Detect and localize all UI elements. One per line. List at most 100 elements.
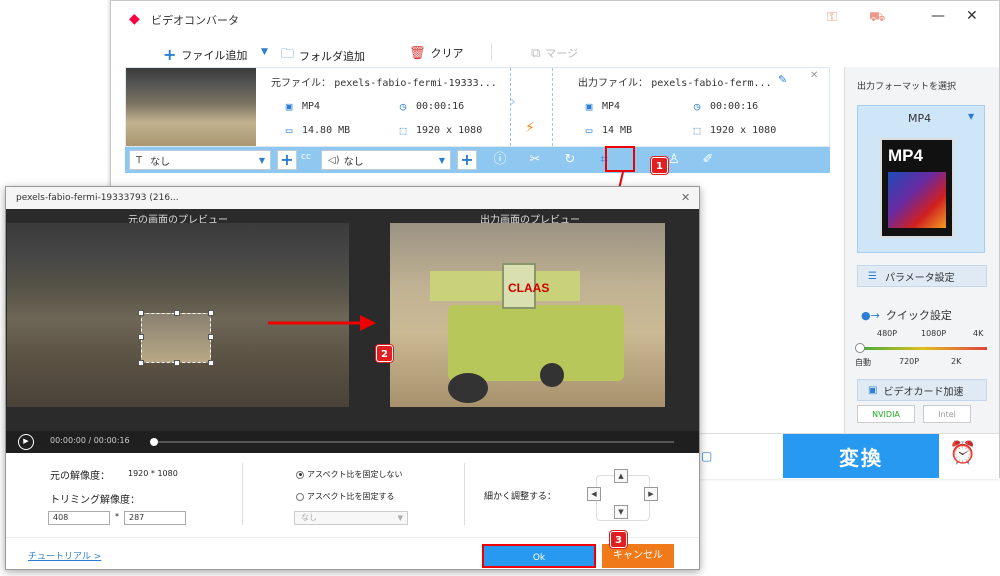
trim-resolution-label: トリミング解像度： bbox=[50, 495, 140, 506]
edit-filename-icon[interactable]: ✎ bbox=[778, 73, 787, 86]
crop-handle[interactable] bbox=[208, 360, 214, 366]
merge-button[interactable]: ⧉ マージ bbox=[531, 45, 578, 61]
crop-handle[interactable] bbox=[208, 334, 214, 340]
source-duration-value: 00:00:16 bbox=[416, 101, 465, 112]
gpu-acceleration-toggle[interactable]: ▣ ビデオカード加速 bbox=[857, 379, 987, 401]
crop-handle[interactable] bbox=[138, 334, 144, 340]
step-2-badge: 2 bbox=[376, 345, 393, 362]
output-duration: ◷ 00:00:16 bbox=[690, 100, 758, 113]
seek-track[interactable] bbox=[154, 441, 674, 443]
output-duration-value: 00:00:16 bbox=[710, 101, 759, 112]
remove-item-icon[interactable]: ✕ bbox=[810, 70, 818, 81]
scissors-icon[interactable]: ✂ bbox=[526, 151, 544, 169]
add-folder-button[interactable]: 🗀 フォルダ追加 bbox=[281, 45, 365, 67]
rotate-icon[interactable]: ↻ bbox=[561, 151, 579, 169]
plus-icon: + bbox=[163, 45, 177, 64]
key-icon[interactable]: ⚿ bbox=[827, 10, 837, 25]
alarm-clock-icon[interactable]: ⏰ bbox=[949, 441, 976, 466]
ok-button[interactable]: Ok bbox=[482, 544, 596, 568]
step-1-badge: 1 bbox=[651, 157, 668, 174]
aspect-fixed-radio[interactable]: アスペクト比を固定する bbox=[296, 491, 394, 502]
parameter-settings-button[interactable]: ☰ パラメータ設定 bbox=[857, 265, 987, 287]
aspect-free-radio[interactable]: アスペクト比を固定しない bbox=[296, 469, 402, 480]
source-resolution: ⬚ 1920 x 1080 bbox=[396, 124, 483, 137]
audio-dropdown[interactable]: ◁) なし ▼ bbox=[321, 150, 451, 170]
footer-divider bbox=[6, 537, 699, 538]
quality-slider[interactable] bbox=[859, 347, 987, 350]
preset-label-480p: 480P bbox=[877, 329, 898, 338]
crop-handle[interactable] bbox=[138, 360, 144, 366]
effect-icon[interactable]: ✐ bbox=[699, 151, 717, 169]
output-resolution: ⬚ 1920 x 1080 bbox=[690, 124, 777, 137]
chevron-down-icon: ▼ bbox=[258, 155, 265, 165]
nudge-right-button[interactable]: ▶ bbox=[644, 487, 658, 501]
dialog-close-icon[interactable]: ✕ bbox=[681, 191, 690, 204]
add-subtitle-button[interactable]: + bbox=[277, 150, 297, 170]
dialog-title: pexels-fabio-fermi-19333793 (216... bbox=[16, 193, 179, 203]
subtitle-dropdown[interactable]: T なし ▼ bbox=[129, 150, 271, 170]
time-readout: 00:00:00 / 00:00:16 bbox=[50, 436, 130, 445]
tutorial-link[interactable]: チュートリアル > bbox=[28, 549, 101, 562]
crop-dialog: pexels-fabio-fermi-19333793 (216... ✕ 元の… bbox=[5, 186, 700, 570]
close-icon[interactable]: ✕ bbox=[966, 8, 978, 24]
lightning-icon[interactable]: ⚡ bbox=[525, 120, 535, 136]
subtitle-value: なし bbox=[150, 156, 171, 168]
source-size: ▭ 14.80 MB bbox=[282, 124, 350, 137]
nudge-up-button[interactable]: ▲ bbox=[614, 469, 628, 483]
intel-label: Intel bbox=[938, 409, 956, 419]
mp4-icon-art bbox=[888, 172, 946, 228]
add-audio-button[interactable]: + bbox=[457, 150, 477, 170]
folder-size-icon: ▭ bbox=[585, 124, 593, 137]
intel-badge[interactable]: Intel bbox=[923, 405, 971, 423]
mp4-format-icon: MP4 bbox=[880, 138, 954, 238]
aspect-ratio-select[interactable]: なし ▼ bbox=[294, 511, 408, 525]
minimize-icon[interactable]: — bbox=[931, 8, 945, 24]
harvester-image bbox=[448, 305, 624, 381]
arrow-right-icon: › bbox=[510, 94, 516, 110]
harvester-wheel bbox=[448, 373, 488, 403]
crop-selection-box[interactable] bbox=[138, 310, 214, 366]
crop-handle[interactable] bbox=[138, 310, 144, 316]
info-icon[interactable]: ⓘ bbox=[491, 151, 509, 169]
convert-label: 変換 bbox=[839, 445, 883, 470]
chevron-down-icon: ▼ bbox=[438, 155, 445, 165]
trim-separator: * bbox=[115, 512, 119, 521]
crop-handle[interactable] bbox=[208, 310, 214, 316]
cart-icon[interactable]: ⛟ bbox=[869, 10, 885, 27]
format-selector[interactable]: MP4 ▼ MP4 bbox=[857, 105, 985, 253]
crop-handle[interactable] bbox=[174, 310, 180, 316]
cc-icon[interactable]: cc bbox=[301, 152, 311, 162]
preset-label-720p: 720P bbox=[899, 357, 920, 366]
folder-size-icon: ▭ bbox=[285, 124, 293, 137]
file-item[interactable]: 元ファイル： pexels-fabio-fermi-19333... ▣ MP4 … bbox=[125, 67, 830, 147]
source-size-value: 14.80 MB bbox=[302, 125, 351, 136]
convert-button[interactable]: 変換 bbox=[783, 434, 939, 478]
trim-height-input[interactable]: 287 bbox=[124, 511, 186, 525]
aspect-free-label: アスペクト比を固定しない bbox=[307, 470, 403, 479]
settings-divider bbox=[464, 463, 465, 525]
crop-handle[interactable] bbox=[174, 360, 180, 366]
dot-arrow-icon: ●→ bbox=[861, 308, 880, 322]
text-icon: T bbox=[136, 154, 143, 166]
add-file-button[interactable]: + ファイル追加 bbox=[163, 45, 247, 64]
aspect-ratio-select-value: なし bbox=[301, 513, 317, 522]
nvidia-badge[interactable]: NVIDIA bbox=[857, 405, 915, 423]
sliders-icon: ☰ bbox=[868, 270, 877, 282]
output-size: ▭ 14 MB bbox=[582, 124, 632, 137]
output-folder-icon[interactable]: ▢ bbox=[701, 449, 712, 463]
clear-button[interactable]: 🗑 クリア bbox=[409, 45, 464, 61]
source-format: ▣ MP4 bbox=[282, 100, 320, 113]
quality-slider-handle[interactable] bbox=[855, 343, 865, 353]
play-icon[interactable]: ▶ bbox=[18, 434, 34, 450]
film-icon: ▣ bbox=[285, 100, 293, 113]
nudge-down-button[interactable]: ▼ bbox=[614, 505, 628, 519]
annotation-arrow-2 bbox=[268, 315, 376, 331]
clock-icon: ◷ bbox=[399, 100, 407, 113]
source-resolution-value: 1920 x 1080 bbox=[416, 125, 483, 136]
trim-width-input[interactable]: 408 bbox=[48, 511, 110, 525]
add-file-dropdown-icon[interactable]: ▼ bbox=[261, 47, 268, 57]
seek-handle[interactable] bbox=[150, 438, 158, 446]
harvester-brand-text: CLAAS bbox=[508, 281, 550, 295]
nudge-left-button[interactable]: ◀ bbox=[587, 487, 601, 501]
preset-label-auto: 自動 bbox=[855, 358, 871, 367]
